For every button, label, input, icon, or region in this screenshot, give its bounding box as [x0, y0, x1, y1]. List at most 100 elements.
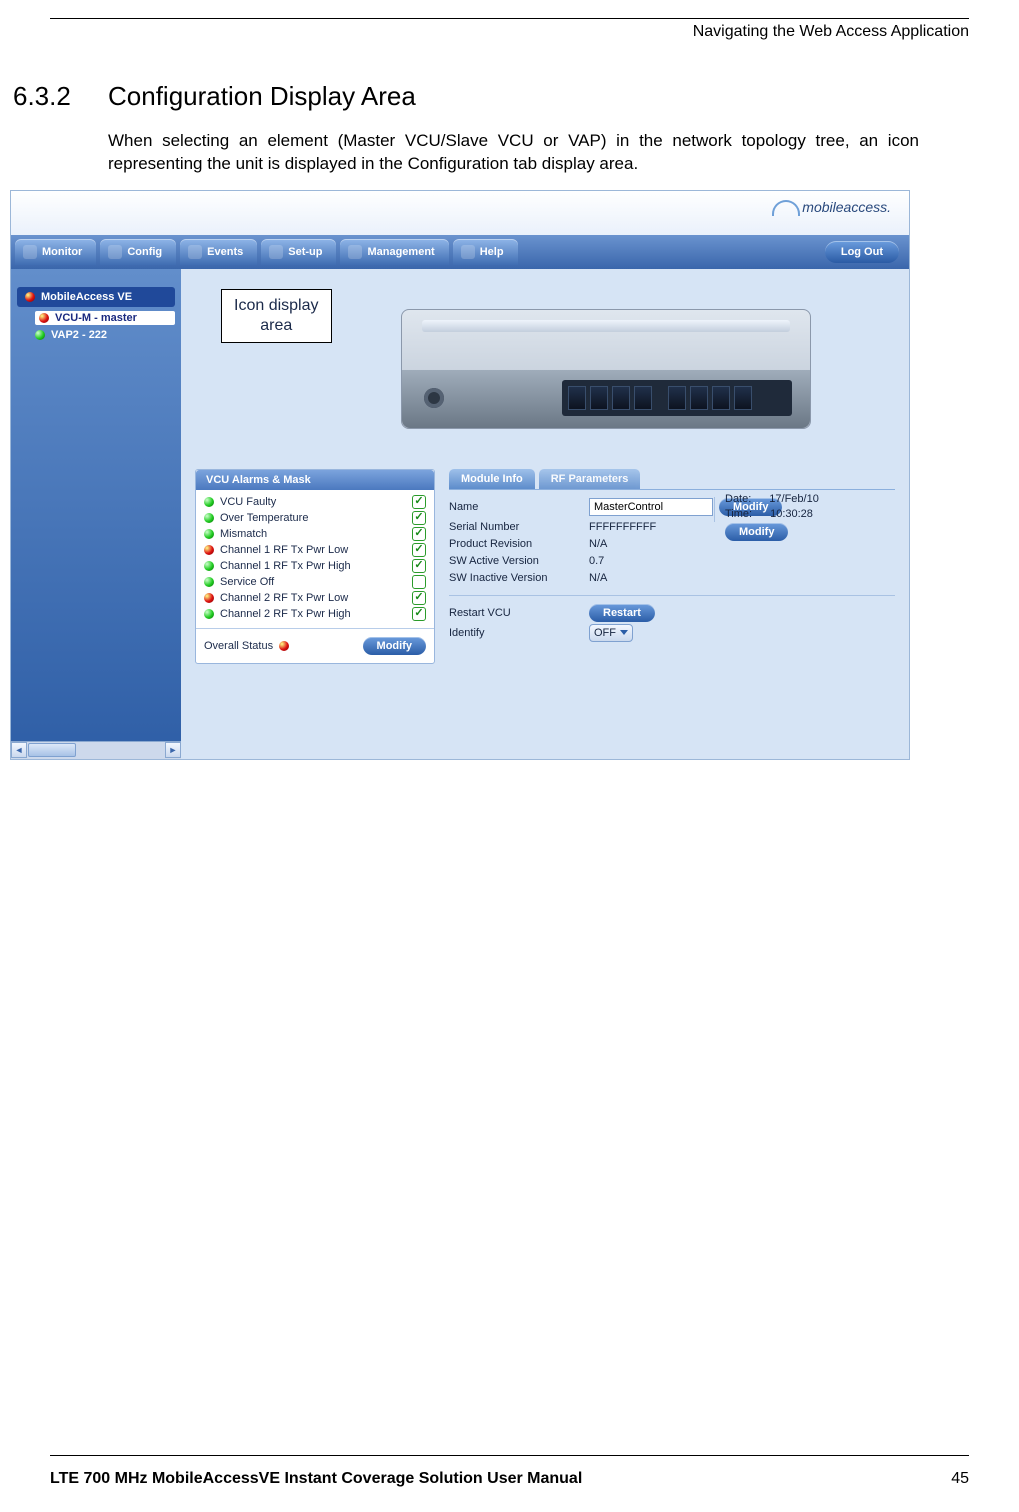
help-icon — [461, 245, 475, 259]
footer-page: 45 — [951, 1470, 969, 1488]
status-led-icon — [204, 529, 214, 539]
alarm-mask-checkbox[interactable] — [412, 511, 426, 525]
alarm-row: Channel 2 RF Tx Pwr High — [204, 606, 426, 622]
alarm-row: Channel 1 RF Tx Pwr Low — [204, 542, 426, 558]
alarm-label: Channel 1 RF Tx Pwr Low — [220, 544, 348, 556]
alarm-mask-checkbox[interactable] — [412, 559, 426, 573]
device-illustration — [401, 309, 811, 429]
config-display-area: Icon display area VCU Alarms & Mask VCU … — [181, 269, 909, 759]
alarm-label: Over Temperature — [220, 512, 308, 524]
alarm-mask-checkbox[interactable] — [412, 527, 426, 541]
scroll-left-icon[interactable]: ◄ — [11, 742, 27, 758]
tab-monitor[interactable]: Monitor — [15, 239, 96, 265]
time-label: Time: — [725, 508, 752, 520]
alarms-modify-button[interactable]: Modify — [363, 637, 426, 655]
section-number: 6.3.2 — [13, 81, 108, 112]
tree-item-vcu[interactable]: VCU-M - master — [35, 311, 175, 325]
status-led-icon — [204, 497, 214, 507]
alarm-label: Channel 2 RF Tx Pwr High — [220, 608, 351, 620]
events-icon — [188, 245, 202, 259]
status-led-icon — [204, 593, 214, 603]
section-title: Configuration Display Area — [108, 81, 416, 111]
tree-item-vap[interactable]: VAP2 - 222 — [35, 329, 175, 341]
scroll-right-icon[interactable]: ► — [165, 742, 181, 758]
alarm-label: Mismatch — [220, 528, 267, 540]
sw-active-value: 0.7 — [589, 555, 895, 567]
alarm-label: VCU Faulty — [220, 496, 276, 508]
alarm-label: Channel 2 RF Tx Pwr Low — [220, 592, 348, 604]
logo-swoosh-icon — [772, 200, 800, 216]
sw-inactive-value: N/A — [589, 572, 895, 584]
status-led-icon — [25, 292, 35, 302]
logout-button[interactable]: Log Out — [825, 241, 899, 263]
status-led-icon — [39, 313, 49, 323]
overall-status-label: Overall Status — [204, 640, 273, 652]
restart-button[interactable]: Restart — [589, 604, 655, 622]
name-label: Name — [449, 501, 589, 513]
alarm-row: Channel 2 RF Tx Pwr Low — [204, 590, 426, 606]
tab-config[interactable]: Config — [100, 239, 176, 265]
brand-logo: mobileaccess. — [772, 199, 891, 216]
alarm-row: Over Temperature — [204, 510, 426, 526]
topology-sidebar: MobileAccess VE VCU-M - master VAP2 - 22… — [11, 269, 181, 759]
tab-rf-parameters[interactable]: RF Parameters — [539, 469, 641, 489]
logo-bar: mobileaccess. — [11, 191, 909, 235]
section-heading: 6.3.2Configuration Display Area — [13, 81, 1019, 112]
time-value: 10:30:28 — [770, 508, 813, 520]
app-screenshot: mobileaccess. Monitor Config Events Set-… — [10, 190, 910, 760]
config-icon — [108, 245, 122, 259]
alarm-mask-checkbox[interactable] — [412, 607, 426, 621]
rev-label: Product Revision — [449, 538, 589, 550]
module-info-area: Module Info RF Parameters Name Modify Se… — [449, 469, 895, 642]
serial-label: Serial Number — [449, 521, 589, 533]
status-led-icon — [204, 561, 214, 571]
status-led-icon — [204, 545, 214, 555]
alarm-mask-checkbox[interactable] — [412, 591, 426, 605]
date-value: 17/Feb/10 — [769, 493, 819, 505]
callout-label: Icon display area — [221, 289, 332, 343]
alarms-panel: VCU Alarms & Mask VCU Faulty Over Tempera… — [195, 469, 435, 664]
identify-label: Identify — [449, 627, 589, 639]
tab-setup[interactable]: Set-up — [261, 239, 336, 265]
chevron-down-icon — [620, 630, 628, 635]
status-led-icon — [204, 577, 214, 587]
tab-help[interactable]: Help — [453, 239, 518, 265]
tab-events[interactable]: Events — [180, 239, 257, 265]
status-led-icon — [204, 513, 214, 523]
status-led-icon — [35, 330, 45, 340]
setup-icon — [269, 245, 283, 259]
device-port-icon — [424, 388, 444, 408]
scroll-thumb[interactable] — [28, 743, 76, 757]
management-icon — [348, 245, 362, 259]
status-led-icon — [204, 609, 214, 619]
sw-active-label: SW Active Version — [449, 555, 589, 567]
section-paragraph: When selecting an element (Master VCU/Sl… — [108, 130, 919, 176]
alarm-label: Channel 1 RF Tx Pwr High — [220, 560, 351, 572]
datetime-panel: Date: 17/Feb/10 Time: 10:30:28 Modify — [725, 493, 895, 538]
device-port-panel — [562, 380, 792, 416]
alarm-row: VCU Faulty — [204, 494, 426, 510]
sw-inactive-label: SW Inactive Version — [449, 572, 589, 584]
monitor-icon — [23, 245, 37, 259]
alarm-row: Channel 1 RF Tx Pwr High — [204, 558, 426, 574]
restart-label: Restart VCU — [449, 607, 589, 619]
footer-title: LTE 700 MHz MobileAccessVE Instant Cover… — [50, 1470, 582, 1488]
alarms-title: VCU Alarms & Mask — [196, 470, 434, 490]
overall-status-led-icon — [279, 641, 289, 651]
alarm-row: Service Off — [204, 574, 426, 590]
tree-root[interactable]: MobileAccess VE — [17, 287, 175, 307]
alarm-mask-checkbox[interactable] — [412, 495, 426, 509]
datetime-modify-button[interactable]: Modify — [725, 523, 788, 541]
alarm-row: Mismatch — [204, 526, 426, 542]
alarm-label: Service Off — [220, 576, 274, 588]
identify-dropdown[interactable]: OFF — [589, 624, 633, 642]
name-input[interactable] — [589, 498, 713, 516]
date-label: Date: — [725, 493, 751, 505]
tab-management[interactable]: Management — [340, 239, 448, 265]
running-header: Navigating the Web Access Application — [0, 23, 969, 41]
sidebar-scrollbar[interactable]: ◄ ► — [11, 741, 181, 759]
alarm-mask-checkbox[interactable] — [412, 543, 426, 557]
alarm-mask-checkbox[interactable] — [412, 575, 426, 589]
tab-module-info[interactable]: Module Info — [449, 469, 535, 489]
main-tab-bar: Monitor Config Events Set-up Management … — [11, 235, 909, 269]
